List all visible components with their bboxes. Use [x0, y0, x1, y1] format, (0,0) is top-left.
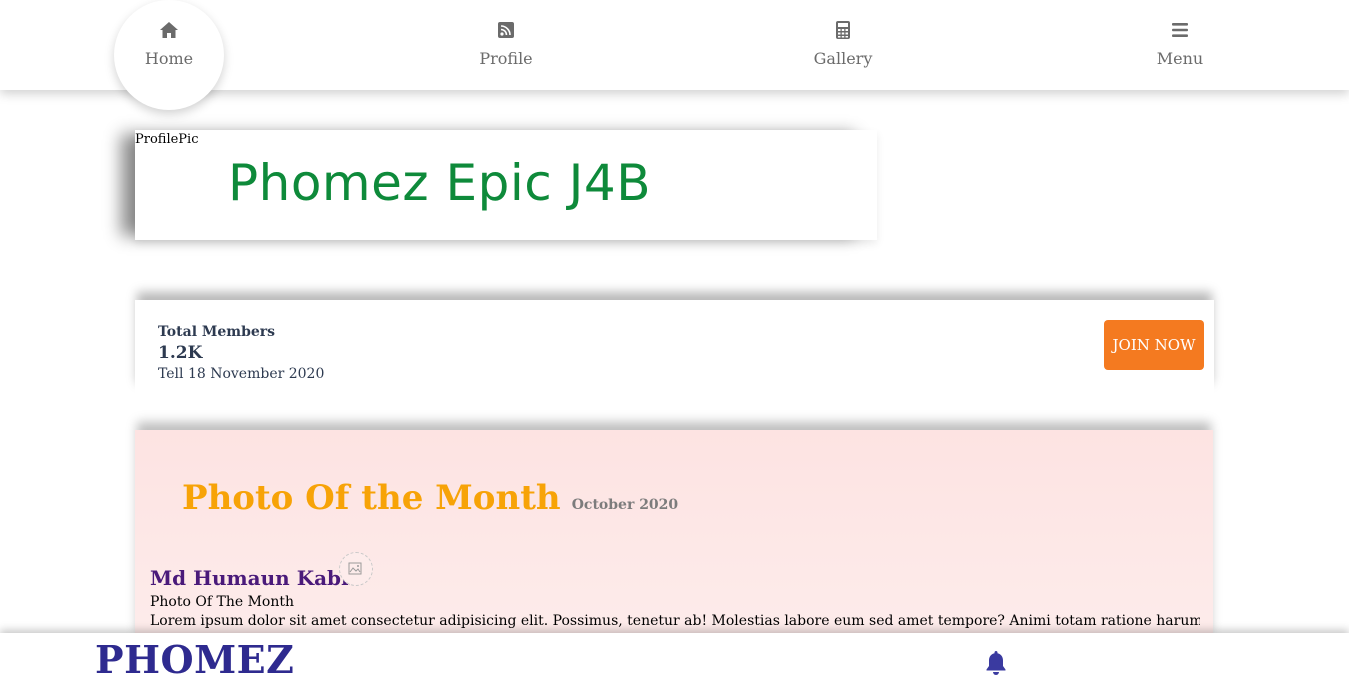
- bottom-bar: PHOMEZ: [0, 633, 1349, 693]
- nav-menu[interactable]: Menu: [1125, 0, 1235, 90]
- nav-profile-label: Profile: [479, 49, 533, 68]
- total-members-value: 1.2K: [158, 343, 203, 363]
- nav-profile[interactable]: Profile: [451, 0, 561, 90]
- total-members-label: Total Members: [158, 324, 276, 340]
- photo-of-month-section: Photo Of the Month October 2020 Md Humau…: [135, 430, 1213, 645]
- winner-description: Lorem ipsum dolor sit amet consectetur a…: [150, 613, 1200, 629]
- members-stats-card: Total Members 1.2K Tell 18 November 2020…: [135, 300, 1214, 395]
- rss-icon: [498, 22, 514, 38]
- photo-of-month-date: October 2020: [571, 497, 679, 513]
- bell-icon[interactable]: [984, 649, 1008, 677]
- home-icon: [160, 22, 178, 38]
- join-now-button[interactable]: JOIN NOW: [1104, 320, 1204, 370]
- banner-title: Phomez Epic J4B: [228, 154, 652, 212]
- nav-gallery[interactable]: Gallery: [788, 0, 898, 90]
- winner-avatar[interactable]: [339, 552, 373, 586]
- profile-pic-alt-text: ProfilePic: [135, 132, 199, 147]
- nav-home[interactable]: Home: [114, 0, 224, 90]
- stats-date: Tell 18 November 2020: [158, 366, 325, 382]
- photo-of-month-heading: Photo Of the Month October 2020: [182, 478, 678, 518]
- menu-icon: [1172, 23, 1188, 37]
- winner-caption: Photo Of The Month: [150, 594, 294, 610]
- calculator-icon: [836, 21, 850, 39]
- nav-menu-label: Menu: [1156, 49, 1204, 68]
- winner-name[interactable]: Md Humaun Kabir: [150, 566, 359, 590]
- nav-gallery-label: Gallery: [813, 49, 873, 68]
- group-banner: ProfilePic Phomez Epic J4B: [135, 130, 877, 240]
- nav-home-label: Home: [144, 49, 194, 68]
- top-navigation: Home Profile Gallery Menu: [0, 0, 1349, 110]
- broken-image-icon: [348, 562, 362, 575]
- brand-logo[interactable]: PHOMEZ: [95, 641, 294, 679]
- photo-of-month-title: Photo Of the Month: [182, 478, 561, 518]
